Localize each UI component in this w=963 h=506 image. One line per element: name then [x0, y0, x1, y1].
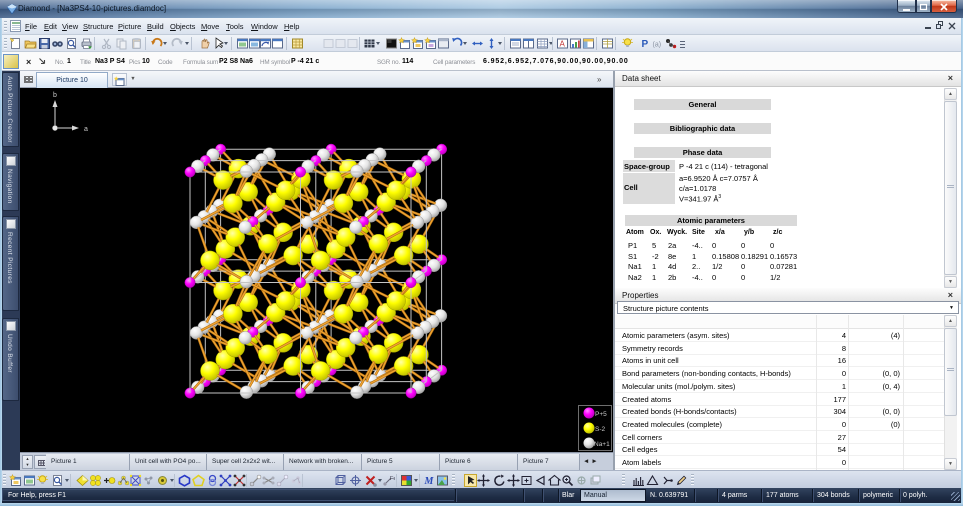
svg-text:S-2: S-2: [595, 426, 606, 433]
svg-text:P: P: [641, 39, 648, 50]
svg-text:(a): (a): [652, 42, 661, 49]
svg-text:M: M: [423, 476, 434, 487]
svg-text:b: b: [53, 92, 57, 99]
svg-text:Fe: Fe: [390, 476, 395, 482]
svg-text:a: a: [84, 126, 88, 133]
svg-text:P+5: P+5: [595, 411, 607, 418]
svg-text:A: A: [559, 40, 565, 49]
svg-text:Na+1: Na+1: [594, 441, 610, 448]
